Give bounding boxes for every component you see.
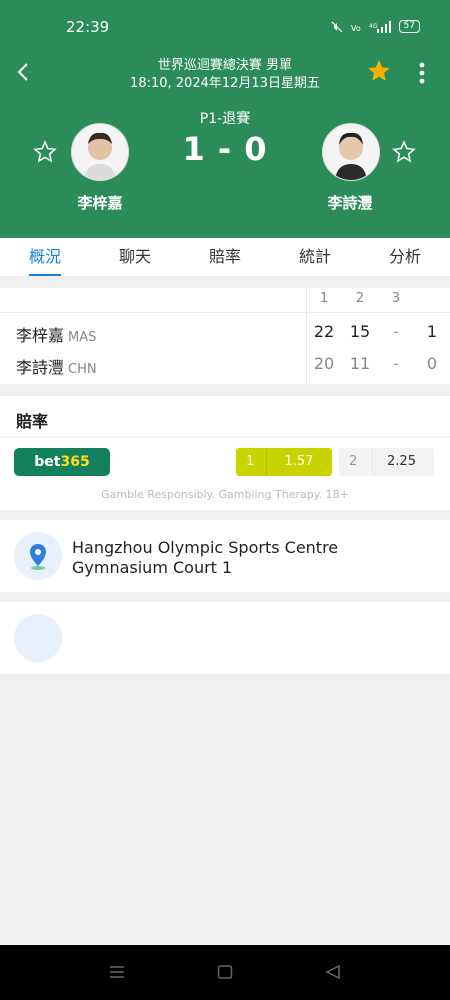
game-col-2: 2 [355,291,365,306]
venue-icon-bg [14,532,62,580]
score-g3: - [393,354,399,373]
home-odds-label: 1 [246,454,255,469]
score-g2: 15 [349,322,371,341]
tab-odds[interactable]: 賠率 [180,238,270,276]
volte-icon: Vo [351,24,361,33]
score-g2: 11 [349,354,371,373]
row-player-name: 李詩灃 [16,358,65,377]
score-total: 0 [426,354,438,373]
away-odds-value: 2.25 [387,454,416,469]
score-g1: 20 [313,354,335,373]
score-row-player2: 李詩灃 CHN [16,354,97,378]
tab-overview[interactable]: 概況 [0,238,90,276]
player1-follow-star-icon[interactable] [33,140,57,164]
placeholder-card [0,602,450,674]
game-col-1: 1 [319,291,329,306]
location-pin-icon [30,544,46,570]
player2-avatar[interactable] [322,123,380,181]
match-status: P1-退賽 [199,111,251,127]
game-col-3: 3 [391,291,401,306]
signal-icon: 4G [369,20,391,33]
tab-analysis[interactable]: 分析 [360,238,450,276]
score-row-player1: 李梓嘉 MAS [16,322,96,346]
tab-bar: 概況 聊天 賠率 統計 分析 [0,238,450,276]
back-triangle-icon[interactable] [325,965,341,979]
score-g3: - [393,322,399,341]
battery-icon: 57 [398,20,420,33]
player2-name[interactable]: 李詩灃 [290,192,410,213]
venue-card: Hangzhou Olympic Sports Centre Gymnasium… [0,520,450,592]
row-country: CHN [68,362,97,377]
venue-name: Hangzhou Olympic Sports Centre Gymnasium… [72,538,339,577]
player1-name[interactable]: 李梓嘉 [40,192,160,213]
home-icon[interactable] [217,965,233,979]
menu-icon[interactable] [109,965,125,979]
divider [306,288,307,384]
gambling-disclaimer[interactable]: Gamble Responsibly. Gambling Therapy. 18… [0,488,450,501]
score-total: 1 [426,322,438,341]
tab-chat[interactable]: 聊天 [90,238,180,276]
home-odds-button[interactable]: 1 1.57 [236,448,332,476]
row-country: MAS [68,330,97,345]
match-header: 22:39 Vo 4G 57 世界巡迴賽總決賽 男單 18:10, 2024年1… [0,0,450,238]
tab-stats[interactable]: 統計 [270,238,360,276]
row-player-name: 李梓嘉 [16,326,65,345]
home-odds-value: 1.57 [284,454,314,469]
divider [0,436,450,437]
bet365-logo[interactable]: bet365 [14,448,110,476]
more-options-icon[interactable] [412,60,432,86]
score-g1: 22 [313,322,335,341]
odds-section-title: 賠率 [16,412,49,431]
status-time: 22:39 [66,18,110,36]
player1-avatar[interactable] [71,123,129,181]
placeholder-icon [14,614,62,662]
away-odds-button[interactable]: 2 2.25 [339,448,434,476]
away-odds-label: 2 [349,454,358,469]
favorite-star-icon[interactable] [366,58,392,84]
odds-card: 賠率 bet365 1 1.57 2 2.25 Gamble Responsib… [0,396,450,510]
player2-follow-star-icon[interactable] [392,140,416,164]
scoreboard-card: 1 2 3 李梓嘉 MAS 22 15 - 1 李詩灃 CHN 20 11 - 0 [0,288,450,384]
mute-icon [331,21,342,32]
match-score: 1 - 0 [182,130,268,168]
svg-text:4G: 4G [369,23,378,30]
system-nav-bar [0,945,450,1000]
svg-text:Vo: Vo [351,24,361,33]
status-icons: Vo 4G 57 [331,20,420,33]
